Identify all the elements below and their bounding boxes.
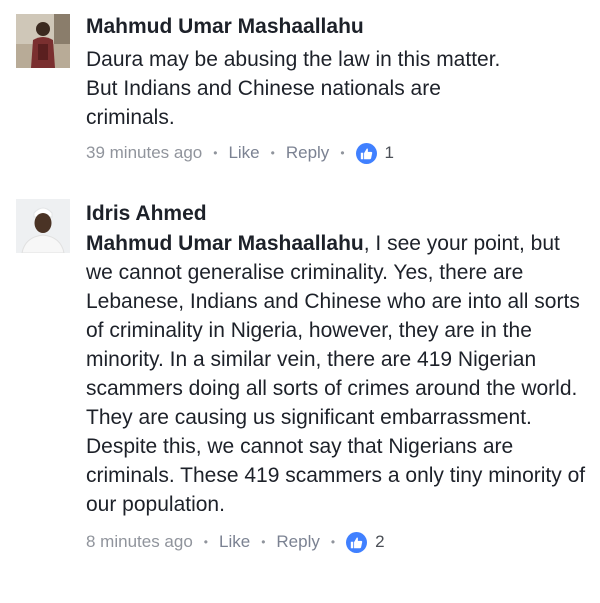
reply-button[interactable]: Reply	[286, 143, 329, 163]
avatar-photo	[16, 199, 70, 253]
separator: •	[270, 146, 275, 160]
comment-author[interactable]: Mahmud Umar Mashaallahu	[86, 14, 586, 40]
reply-button[interactable]: Reply	[276, 532, 319, 552]
comment-actions: 8 minutes ago • Like • Reply • 2	[86, 529, 586, 555]
avatar-photo	[16, 14, 70, 68]
comment-text-body: , I see your point, but we cannot genera…	[86, 232, 586, 516]
separator: •	[340, 146, 345, 160]
separator: •	[330, 535, 336, 549]
like-button[interactable]: Like	[219, 532, 250, 552]
mention-link[interactable]: Mahmud Umar Mashaallahu	[86, 232, 364, 255]
thumbs-up-icon[interactable]	[346, 531, 368, 553]
comment-timestamp[interactable]: 39 minutes ago	[86, 143, 202, 163]
separator: •	[213, 146, 218, 160]
like-button[interactable]: Like	[228, 143, 259, 163]
avatar[interactable]	[16, 199, 70, 253]
reaction-count[interactable]: 2	[375, 532, 384, 552]
comment-text: Daura may be abusing the law in this mat…	[86, 48, 501, 129]
reaction-count[interactable]: 1	[385, 143, 394, 163]
thumbs-up-icon[interactable]	[355, 142, 377, 164]
separator: •	[261, 535, 266, 549]
separator: •	[203, 535, 208, 549]
comment-author[interactable]: Idris Ahmed	[86, 201, 586, 227]
comment-timestamp[interactable]: 8 minutes ago	[86, 532, 193, 552]
comment-actions: 39 minutes ago • Like • Reply • 1	[86, 140, 586, 166]
avatar[interactable]	[16, 14, 70, 68]
comment-text: Mahmud Umar Mashaallahu, I see your poin…	[86, 229, 586, 519]
